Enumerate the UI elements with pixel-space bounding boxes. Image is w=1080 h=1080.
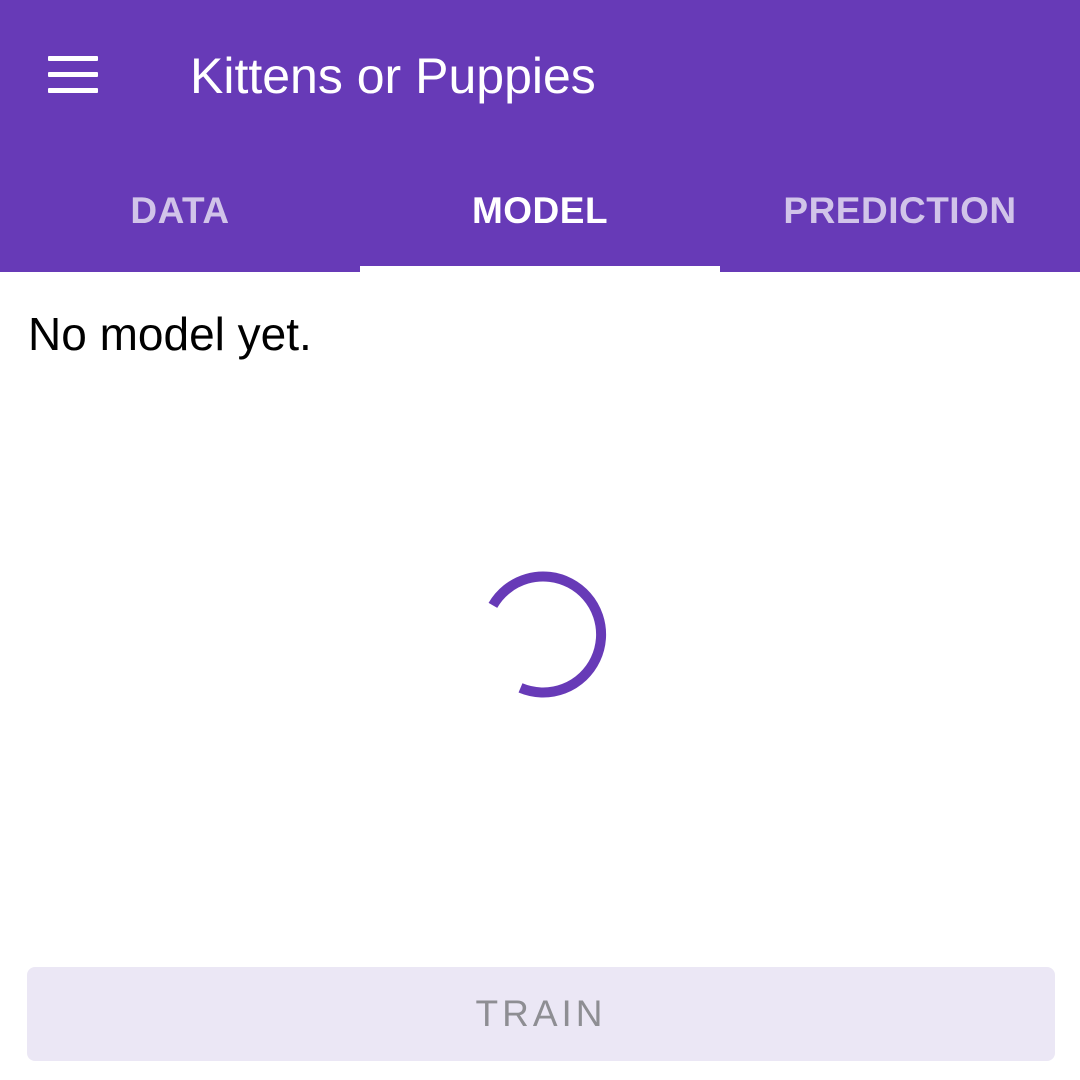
tab-data[interactable]: DATA — [0, 150, 360, 272]
progress-spinner-icon — [488, 571, 607, 698]
model-status-text: No model yet. — [28, 308, 312, 360]
menu-icon-line — [48, 72, 98, 77]
app-screen: Kittens or Puppies DATA MODEL PREDICTION… — [0, 0, 1080, 1080]
progress-spinner-arc — [488, 571, 607, 698]
menu-icon-line — [48, 56, 98, 61]
tab-model[interactable]: MODEL — [360, 150, 720, 272]
tab-bar: DATA MODEL PREDICTION — [0, 150, 1080, 272]
train-button[interactable]: TRAIN — [27, 967, 1055, 1061]
active-tab-indicator — [360, 266, 720, 272]
tab-model-label: MODEL — [471, 190, 609, 231]
hamburger-menu-icon[interactable] — [24, 36, 124, 112]
menu-icon-line — [48, 88, 98, 93]
tab-data-label: DATA — [130, 190, 230, 231]
tab-prediction[interactable]: PREDICTION — [720, 150, 1080, 272]
app-bar: Kittens or Puppies DATA MODEL PREDICTION — [0, 0, 1080, 272]
tab-prediction-label: PREDICTION — [783, 190, 1017, 231]
app-title: Kittens or Puppies — [190, 48, 596, 104]
